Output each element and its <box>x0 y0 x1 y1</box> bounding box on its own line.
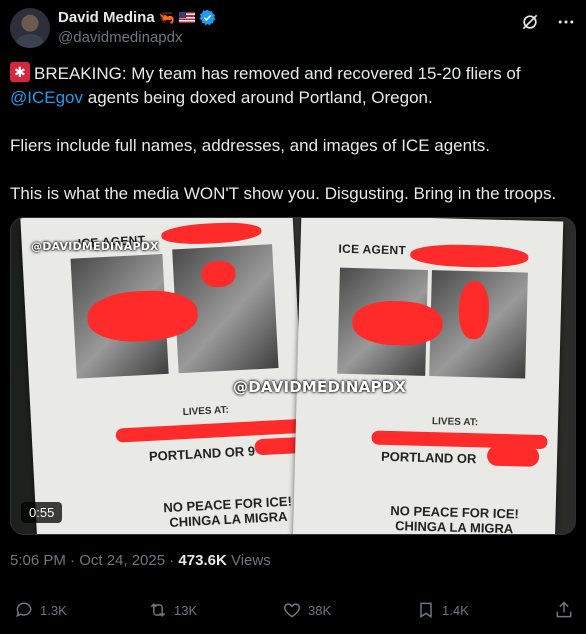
tweet-paragraph-1: BREAKING: My team has removed and recove… <box>10 62 576 110</box>
more-icon[interactable] <box>556 12 576 32</box>
tweet-text: BREAKING: My team has removed and recove… <box>10 62 576 230</box>
bookmark-count: 1.4K <box>442 602 469 618</box>
video-duration: 0:55 <box>21 502 63 523</box>
bookmark-icon <box>420 602 432 619</box>
shrimp-emoji: 🦐 <box>158 10 175 25</box>
flier-left-city: PORTLAND OR 9 <box>148 443 256 464</box>
action-bar: 1.3K 13K 38K 1.4K <box>14 600 574 624</box>
repost-icon <box>150 603 166 617</box>
like-icon <box>283 603 301 618</box>
flier-right-title: ICE AGENT <box>338 241 407 258</box>
tweet-line1-prefix: BREAKING: My team has removed and recove… <box>34 64 521 83</box>
repost-button[interactable]: 13K <box>148 600 197 620</box>
lives-at-label: LIVES AT: <box>431 416 479 429</box>
tweet-meta: 5:06 PM · Oct 24, 2025 · 473.6K Views <box>10 552 271 569</box>
timestamp[interactable]: 5:06 PM · Oct 24, 2025 · <box>10 552 178 569</box>
redaction <box>351 300 444 347</box>
redaction <box>410 243 529 269</box>
redaction <box>486 445 540 467</box>
handle[interactable]: @davidmedinapdx <box>58 29 182 46</box>
like-button[interactable]: 38K <box>282 600 331 620</box>
redaction <box>160 220 262 246</box>
mention-link[interactable]: @ICEgov <box>10 88 83 107</box>
tweet-paragraph-3: This is what the media WON'T show you. D… <box>10 184 557 203</box>
flier-left: ICE AGENT LIVES AT: PORTLAND OR 9 NO PEA… <box>20 218 310 534</box>
siren-icon <box>10 62 30 82</box>
reply-icon <box>16 602 32 618</box>
share-button[interactable] <box>554 600 574 620</box>
grok-icon[interactable] <box>520 12 540 32</box>
top-actions <box>520 12 576 32</box>
watermark-large: @DAVIDMEDINAPDX <box>233 378 407 396</box>
tweet-paragraph-2: Fliers include full names, addresses, an… <box>10 136 491 155</box>
verified-icon <box>199 9 216 26</box>
slogan-line-2: CHINGA LA MIGRA <box>394 518 514 535</box>
flier-left-slogan: NO PEACE FOR ICE! CHINGA LA MIGRA <box>147 493 308 531</box>
watermark-small: @DAVIDMEDINAPDX <box>31 240 159 253</box>
avatar[interactable] <box>10 8 50 48</box>
redaction <box>458 280 490 340</box>
us-flag-icon <box>178 12 195 23</box>
flier-right: ICE AGENT LIVES AT: PORTLAND OR NO PEACE… <box>292 218 564 535</box>
reply-count: 1.3K <box>40 602 67 618</box>
views-label: Views <box>226 552 271 569</box>
lives-at-label: LIVES AT: <box>182 404 230 419</box>
reply-button[interactable]: 1.3K <box>14 600 67 620</box>
display-name[interactable]: David Medina <box>58 9 155 26</box>
tweet-line1-suffix: agents being doxed around Portland, Oreg… <box>83 88 433 107</box>
share-icon <box>556 601 572 618</box>
bookmark-button[interactable]: 1.4K <box>416 600 469 620</box>
flier-right-slogan: NO PEACE FOR ICE! CHINGA LA MIGRA <box>379 503 530 535</box>
like-count: 38K <box>308 602 332 618</box>
tweet-header: David Medina 🦐 @davidmedinapdx <box>10 6 576 50</box>
repost-count: 13K <box>174 602 198 618</box>
name-row: David Medina 🦐 <box>58 9 216 26</box>
video-player[interactable]: ICE AGENT LIVES AT: PORTLAND OR 9 NO PEA… <box>10 217 576 535</box>
flier-right-city: PORTLAND OR <box>380 448 477 467</box>
views-count: 473.6K <box>178 552 227 569</box>
